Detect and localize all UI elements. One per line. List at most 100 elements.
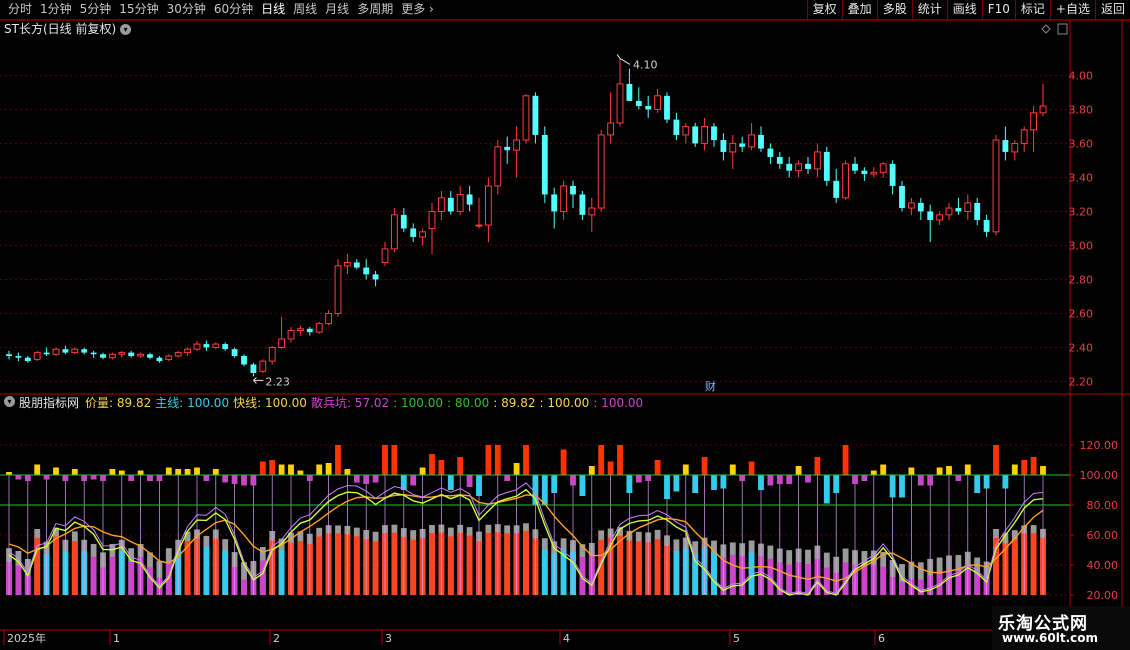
y-tick-label: 3.40	[1069, 171, 1094, 184]
y-tick-label: 100.00	[1080, 469, 1119, 482]
candle-up	[278, 338, 286, 348]
candle-down	[664, 95, 670, 120]
candle-down	[128, 352, 135, 356]
price-volume-bar	[570, 475, 576, 486]
price-volume-bar	[974, 475, 981, 493]
price-volume-bar	[814, 457, 821, 475]
candle-up	[842, 163, 850, 199]
price-volume-bar	[335, 445, 341, 475]
candle-down	[15, 355, 22, 358]
candle-down	[43, 352, 50, 355]
x-tick-label: 2025年	[7, 631, 46, 645]
y-tick-label: 120.00	[1080, 439, 1119, 452]
candle-up	[108, 353, 116, 359]
price-volume-bar	[175, 469, 182, 475]
price-volume-bar	[71, 469, 78, 475]
candle-up	[390, 214, 398, 250]
candle-up	[268, 346, 276, 362]
candle-up	[343, 261, 351, 267]
main-line-bar	[974, 573, 981, 595]
main-line-bar	[71, 541, 78, 595]
candle-up	[315, 323, 323, 333]
candle-down	[579, 194, 586, 215]
main-line-bar	[15, 565, 22, 595]
diamond-icon	[1041, 24, 1051, 34]
price-volume-bar	[833, 475, 840, 493]
price-volume-bar	[617, 445, 623, 475]
price-volume-bar	[852, 475, 858, 484]
price-volume-bar	[889, 475, 896, 498]
candle-down	[673, 119, 680, 135]
price-volume-bar	[823, 475, 830, 504]
candle-down	[306, 328, 313, 333]
price-volume-bar	[682, 464, 689, 475]
price-volume-bar	[767, 475, 774, 486]
price-volume-bar	[344, 469, 351, 475]
main-line-bar	[203, 546, 210, 595]
price-volume-bar	[165, 467, 172, 475]
price-volume-bar	[729, 464, 736, 475]
price-volume-bar	[353, 475, 360, 483]
price-volume-bar	[212, 469, 219, 475]
candle-down	[400, 214, 407, 229]
y-tick-label: 3.60	[1069, 137, 1094, 150]
candle-down	[635, 100, 642, 107]
main-line-bar	[90, 556, 97, 595]
candle-up	[964, 202, 972, 212]
price-volume-bar	[391, 445, 398, 475]
candle-down	[203, 344, 210, 348]
candle-down	[147, 354, 153, 358]
main-line-bar	[372, 541, 379, 595]
legend-item: : 80.00	[447, 396, 490, 410]
price-volume-bar	[278, 464, 285, 475]
legend-item: : 89.82	[493, 396, 536, 410]
price-volume-bar	[410, 475, 417, 486]
main-line-bar	[617, 535, 623, 595]
price-volume-bar	[1030, 457, 1037, 475]
candle-down	[955, 208, 962, 212]
candle-down	[974, 202, 981, 220]
main-line-bar	[241, 579, 247, 595]
candle-up	[165, 355, 173, 360]
candle-down	[983, 219, 990, 232]
price-volume-bar	[485, 445, 492, 475]
price-volume-bar	[15, 475, 22, 480]
price-volume-bar	[231, 475, 238, 484]
candle-down	[447, 197, 454, 212]
price-volume-bar	[62, 475, 69, 481]
candle-up	[992, 139, 1000, 233]
y-tick-label: 2.60	[1069, 307, 1094, 320]
candle-up	[607, 122, 615, 136]
candle-up	[456, 193, 464, 212]
y-tick-label: 40.00	[1087, 559, 1119, 572]
price-volume-bar	[917, 475, 924, 486]
chevron-down-icon[interactable]: ▾	[4, 396, 15, 407]
candle-up	[813, 151, 821, 170]
main-line-bar	[541, 549, 548, 595]
main-line-bar	[504, 533, 511, 595]
price-volume-bar	[673, 475, 680, 492]
candle-up	[381, 248, 389, 263]
candle-down	[81, 349, 88, 353]
main-line-bar	[316, 536, 323, 595]
price-volume-bar	[372, 475, 379, 483]
price-volume-bar	[899, 475, 905, 498]
x-tick-label: 6	[878, 632, 885, 645]
price-volume-bar	[692, 475, 699, 493]
y-tick-label: 3.00	[1069, 239, 1094, 252]
candle-up	[879, 163, 887, 173]
main-line-bar	[109, 556, 116, 595]
price-volume-bar	[222, 475, 229, 483]
price-volume-bar	[438, 460, 445, 475]
candle-down	[410, 228, 417, 237]
candle-down	[466, 194, 473, 205]
price-volume-bar	[645, 475, 652, 481]
price-volume-bar	[598, 445, 605, 475]
candle-up	[870, 171, 878, 175]
candle-up	[325, 312, 333, 325]
price-volume-bar	[269, 460, 276, 475]
stock-chart[interactable]: 2.20 2.40 2.60 2.80 3.00 3.20 3.40 3.60 3.80 4.00…	[0, 0, 1130, 650]
price-volume-bar	[880, 464, 887, 475]
price-volume-bar	[955, 475, 962, 481]
main-line-bar	[635, 541, 642, 595]
